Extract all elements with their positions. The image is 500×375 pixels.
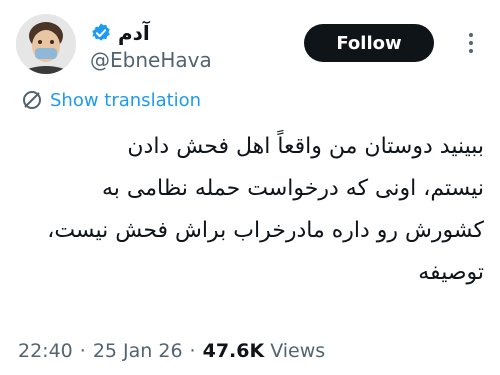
translate-icon: [23, 91, 41, 109]
display-name-row: آدم: [90, 20, 212, 46]
tweet-date[interactable]: 25 Jan 26: [93, 340, 183, 362]
show-translation-link[interactable]: Show translation: [20, 88, 201, 112]
tweet-line: توصیفه: [418, 260, 484, 285]
tweet-meta: 22:40 · 25 Jan 26 · 47.6K Views: [18, 340, 325, 362]
author-display-name[interactable]: آدم: [118, 21, 150, 45]
tweet-header: آدم @EbneHava Follow: [16, 14, 484, 78]
tweet-time[interactable]: 22:40: [18, 340, 73, 362]
tweet-line: نیستم، اونی که درخواست حمله نظامی به: [101, 176, 484, 201]
tweet-line: کشورش رو داره مادرخراب براش فحش نیست،: [47, 218, 484, 243]
views-count[interactable]: 47.6K: [203, 340, 265, 362]
show-translation-label: Show translation: [50, 89, 202, 111]
author-handle[interactable]: @EbneHava: [90, 48, 212, 72]
meta-separator: ·: [189, 340, 196, 362]
more-options-icon[interactable]: [460, 30, 482, 56]
tweet-line: ببینید دوستان من واقعاً اهل فحش دادن: [127, 134, 484, 159]
views-label: Views: [270, 340, 326, 362]
tweet-text: ببینید دوستان من واقعاً اهل فحش دادن نیس…: [14, 126, 484, 294]
author-names: آدم @EbneHava: [90, 20, 212, 72]
verified-badge-icon: [92, 23, 110, 41]
avatar[interactable]: [16, 14, 76, 74]
follow-button[interactable]: Follow: [304, 24, 434, 62]
meta-separator: ·: [79, 340, 86, 362]
